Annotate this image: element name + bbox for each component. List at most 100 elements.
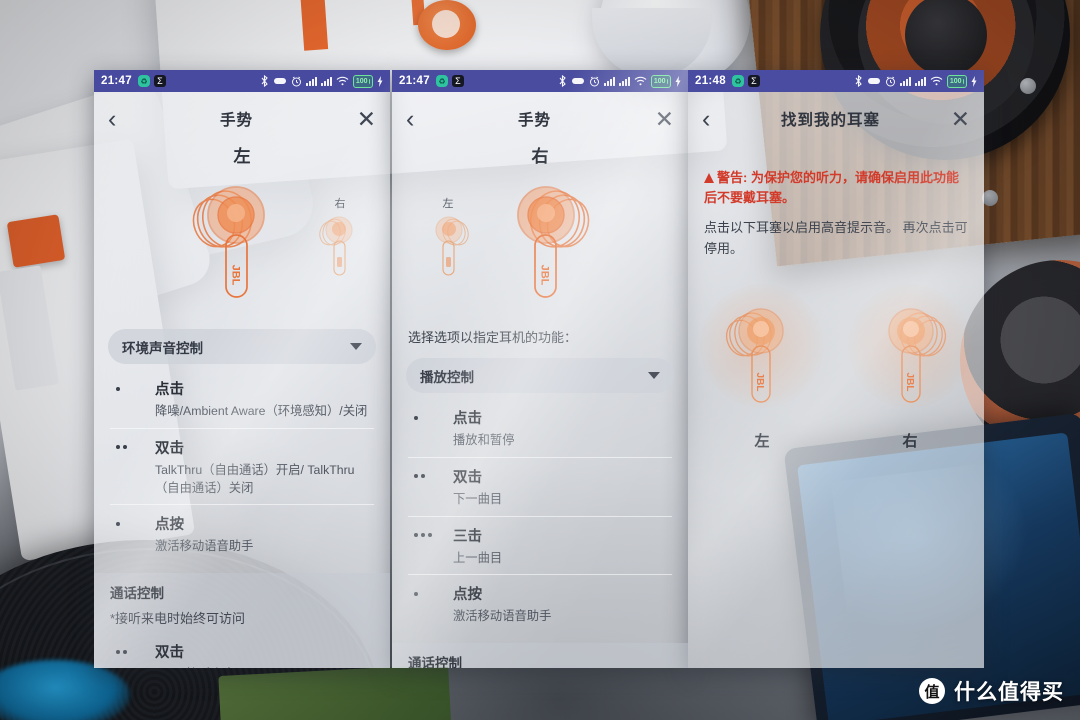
gesture-row[interactable]: 双击 TalkThru（自由通话）开启/ TalkThru（自由通话）关闭 (110, 429, 374, 506)
playback-control-dropdown[interactable]: 播放控制 (406, 358, 674, 393)
double-tap-dots-icon (414, 474, 444, 479)
phone-screenshot-right: 21:48 ♻ Σ 100 ‹ 找到我的耳塞 ✕ 警告: 为保护您的听力，请确保… (688, 70, 984, 668)
press-dash-icon (414, 591, 444, 596)
gesture-desc: 下一曲目 (453, 491, 503, 506)
green-app-icon: ♻ (435, 75, 448, 87)
close-button[interactable]: ✕ (357, 107, 376, 131)
find-my-buds-area: JBL 左 JBL 右 (688, 283, 984, 451)
gesture-row[interactable]: 点按 激活移动语音助手 (110, 505, 374, 563)
back-button[interactable]: ‹ (406, 106, 414, 132)
double-tap-dots-icon (116, 649, 146, 654)
brand-text: JBL (754, 372, 765, 391)
close-button[interactable]: ✕ (655, 107, 674, 131)
bluetooth-icon (558, 75, 567, 87)
gesture-desc: 激活移动语音助手 (453, 609, 552, 624)
instruction-text: 点击以下耳塞以启用高音提示音。 再次点击可停用。 (704, 220, 968, 257)
gesture-name: 双击 (453, 469, 482, 486)
back-button[interactable]: ‹ (108, 106, 116, 132)
side-label: 右 (531, 147, 549, 166)
gesture-name: 双击 (155, 440, 184, 457)
phone-screenshot-left: 21:47 ♻ Σ 100 ‹ 手势 ✕ 左 JBL 右 环境声音控制 点击 降… (94, 70, 390, 668)
bud-caption: 左 (754, 432, 770, 450)
earbud-left-active-icon[interactable]: JBL (178, 179, 298, 303)
watermark-badge: 值 (919, 678, 945, 704)
gesture-list-call-1: 双击 接听来电 挂断通话 点按 拒绝来电 (110, 633, 374, 668)
battery-icon: 100 (946, 74, 967, 88)
app-screen-1: 21:47 ♻ Σ 100 ‹ 手势 ✕ 左 JBL 右 环境声音控制 点击 降… (94, 70, 390, 668)
brand-text: JBL (230, 265, 242, 286)
warning-text: 警告: 为保护您的听力，请确保启用此功能后不要戴耳塞。 (704, 170, 959, 206)
side-label: 左 (233, 147, 251, 166)
earbud-right-inactive-icon[interactable]: 右 (312, 195, 368, 287)
gesture-row[interactable]: 点击 播放和暂停 (408, 399, 672, 458)
find-bud-left[interactable]: JBL 左 (696, 283, 828, 451)
earbud-illustration-area-1: JBL 右 (94, 167, 390, 317)
call-control-section-1: 通话控制 *接听来电时始终可访问 双击 接听来电 挂断通话 (94, 573, 390, 668)
charging-bolt-icon (377, 75, 383, 87)
pill-icon (867, 76, 881, 86)
signal-1-icon (899, 76, 911, 86)
gesture-list-1: 点击 降噪/Ambient Aware（环境感知）/关闭 双击 TalkThru… (110, 370, 374, 563)
alarm-icon (589, 76, 600, 87)
section-note: *接听来电时始终可访问 (110, 611, 246, 627)
nav-bar-2: ‹ 手势 ✕ (392, 92, 688, 146)
gesture-sub-item: 接听来电 (186, 665, 374, 668)
gesture-desc: 激活移动语音助手 (155, 539, 254, 554)
signal-1-icon (305, 76, 317, 86)
warning-triangle-icon (704, 173, 714, 183)
sigma-app-icon: Σ (153, 75, 166, 87)
find-bud-right[interactable]: JBL 右 (844, 283, 976, 451)
battery-icon: 100 (650, 74, 671, 88)
status-time: 21:48 (695, 75, 726, 87)
sigma-app-icon: Σ (747, 75, 760, 87)
page-title: 手势 (518, 112, 552, 129)
page-title: 找到我的耳塞 (781, 112, 881, 129)
gesture-row[interactable]: 双击 下一曲目 (408, 458, 672, 517)
bud-caption: 右 (902, 432, 918, 450)
signal-2-icon (914, 76, 926, 86)
tap-dots-icon (116, 386, 146, 391)
hearing-warning: 警告: 为保护您的听力，请确保启用此功能后不要戴耳塞。 (704, 168, 968, 208)
gesture-desc: 播放和暂停 (453, 433, 515, 447)
pill-icon (273, 76, 287, 86)
gesture-desc: 降噪/Ambient Aware（环境感知）/关闭 (155, 404, 368, 418)
gesture-row[interactable]: 三击 上一曲目 (408, 517, 672, 576)
gesture-name: 点按 (155, 517, 184, 534)
gesture-row[interactable]: 点按 激活移动语音助手 (408, 575, 672, 633)
close-button[interactable]: ✕ (951, 107, 970, 131)
dropdown-label: 环境声音控制 (122, 340, 203, 356)
wifi-icon (634, 76, 647, 86)
bluetooth-icon (260, 75, 269, 87)
brand-text: JBL (539, 265, 551, 286)
status-bar-3: 21:48 ♻ Σ 100 (688, 70, 984, 92)
brand-text: JBL (904, 372, 915, 391)
gesture-row[interactable]: 点击 降噪/Ambient Aware（环境感知）/关闭 (110, 370, 374, 429)
page-title: 手势 (220, 112, 254, 129)
selection-hint: 选择选项以指定耳机的功能： (408, 330, 578, 345)
section-title: 通话控制 (408, 656, 462, 668)
ambient-sound-control-dropdown[interactable]: 环境声音控制 (108, 329, 376, 364)
earbud-right-active-icon[interactable]: JBL (484, 179, 604, 303)
battery-icon: 100 (352, 74, 373, 88)
earbud-inactive-label: 左 (442, 198, 454, 210)
press-dash-icon (116, 521, 146, 526)
section-title: 通话控制 (110, 586, 164, 602)
signal-1-icon (603, 76, 615, 86)
gesture-name: 点按 (453, 587, 482, 604)
nav-bar-1: ‹ 手势 ✕ (94, 92, 390, 146)
gesture-desc: 上一曲目 (453, 550, 503, 565)
status-time: 21:47 (399, 75, 430, 87)
tap-dots-icon (414, 415, 444, 420)
back-button[interactable]: ‹ (702, 106, 710, 132)
earbud-left-inactive-icon[interactable]: 左 (420, 195, 476, 287)
watermark-text: 什么值得买 (954, 681, 1064, 704)
watermark: 值 什么值得买 (919, 676, 1064, 706)
gesture-name: 点击 (155, 382, 184, 398)
charging-bolt-icon (675, 75, 681, 87)
charging-bolt-icon (971, 75, 977, 87)
chevron-down-icon (350, 343, 362, 350)
status-time: 21:47 (101, 75, 132, 87)
gesture-row[interactable]: 双击 接听来电 挂断通话 (110, 633, 374, 668)
gesture-name: 三击 (453, 528, 482, 545)
triple-tap-dots-icon (414, 533, 444, 538)
